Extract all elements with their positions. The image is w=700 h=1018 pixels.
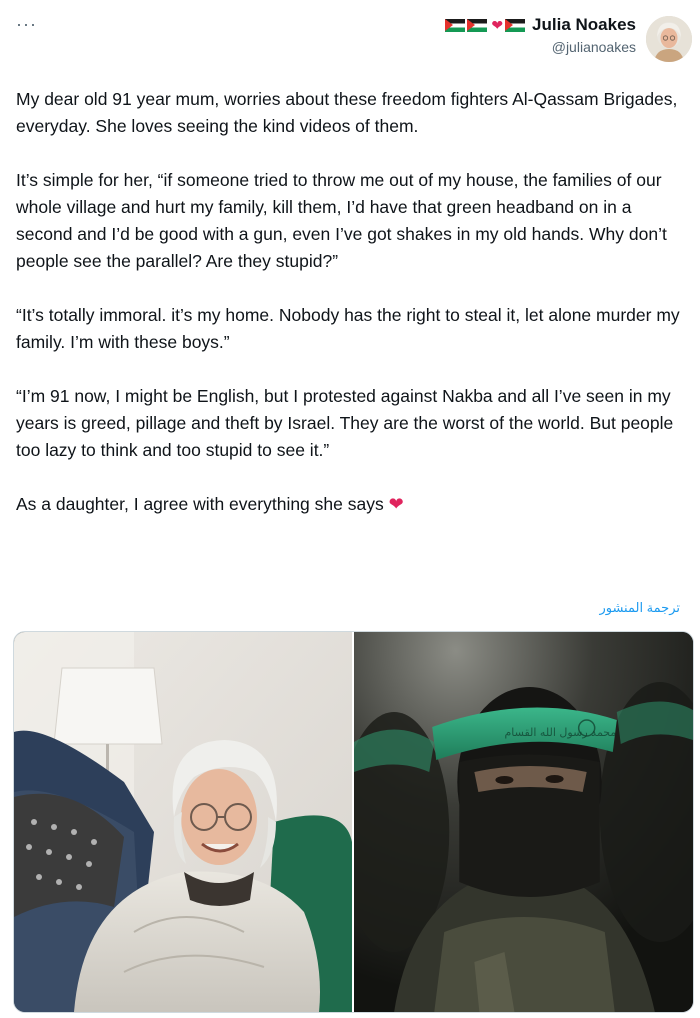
tweet-paragraph-text: As a daughter, I agree with everything s… — [16, 494, 384, 514]
more-options-button[interactable]: ··· — [16, 14, 37, 35]
red-heart-icon: ❤ — [388, 494, 404, 514]
tweet-paragraph: “I’m 91 now, I might be English, but I p… — [16, 386, 674, 460]
author-display-name[interactable]: Julia Noakes — [532, 14, 636, 36]
headband-text: محمد رسول الله القسام — [504, 726, 616, 739]
tweet-author[interactable]: ❤ Julia Noakes @julianoakes — [445, 14, 692, 62]
tweet-text: My dear old 91 year mum, worries about t… — [16, 86, 692, 518]
translate-post-link[interactable]: ترجمة المنشور — [599, 600, 680, 616]
tweet-paragraph: “It’s totally immoral. it’s my home. Nob… — [16, 305, 680, 352]
tweet-paragraph: It’s simple for her, “if someone tried t… — [16, 170, 667, 271]
palestine-flag-icon — [445, 18, 466, 32]
author-handle[interactable]: @julianoakes — [445, 39, 636, 55]
palestine-flag-icon — [505, 18, 526, 32]
author-name-row: ❤ Julia Noakes — [445, 14, 636, 36]
photo-masked-fighter[interactable]: محمد رسول الله القسام — [354, 632, 693, 1012]
tweet-paragraph-last: As a daughter, I agree with everything s… — [16, 491, 692, 518]
tweet-paragraph: My dear old 91 year mum, worries about t… — [16, 89, 678, 136]
red-heart-icon: ❤ — [491, 17, 504, 33]
avatar[interactable] — [646, 16, 692, 62]
media-grid[interactable]: محمد رسول الله القسام — [13, 631, 694, 1013]
palestine-flag-icon — [467, 18, 488, 32]
photo-elderly-woman[interactable] — [14, 632, 354, 1012]
